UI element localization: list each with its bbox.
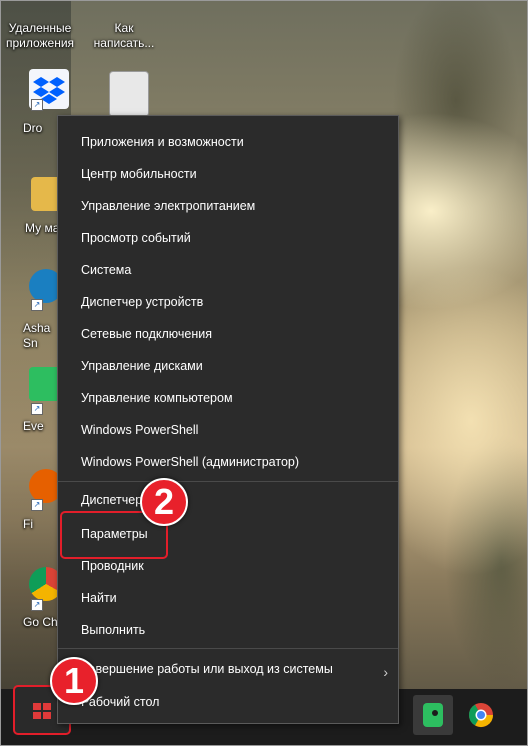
menu-item-explorer[interactable]: Проводник	[81, 559, 144, 573]
chrome-taskbar-icon[interactable]	[461, 695, 501, 735]
desktop-icon-how-to-write[interactable]: Как написать...	[89, 21, 159, 51]
menu-item-mobility-center[interactable]: Центр мобильности	[81, 167, 197, 181]
shortcut-arrow-icon: ↗	[31, 299, 43, 311]
menu-item-disk-management[interactable]: Управление дисками	[81, 359, 203, 373]
menu-item-search[interactable]: Найти	[81, 591, 117, 605]
menu-item-apps-features[interactable]: Приложения и возможности	[81, 135, 244, 149]
shortcut-arrow-icon: ↗	[31, 499, 43, 511]
menu-item-desktop[interactable]: Рабочий стол	[81, 695, 159, 709]
shortcut-arrow-icon: ↗	[31, 599, 43, 611]
menu-item-run[interactable]: Выполнить	[81, 623, 145, 637]
menu-separator	[58, 481, 398, 482]
menu-item-shutdown-signout[interactable]: Завершение работы или выход из системы	[81, 662, 333, 676]
step-badge-1: 1	[50, 657, 98, 705]
menu-item-power-options[interactable]: Управление электропитанием	[81, 199, 255, 213]
document-icon[interactable]	[109, 71, 149, 117]
evernote-taskbar-icon[interactable]	[413, 695, 453, 735]
step-badge-2: 2	[140, 478, 188, 526]
menu-item-event-viewer[interactable]: Просмотр событий	[81, 231, 191, 245]
shortcut-arrow-icon: ↗	[31, 99, 43, 111]
desktop-icon-remote-apps[interactable]: Удаленные приложения	[5, 21, 75, 51]
menu-item-powershell[interactable]: Windows PowerShell	[81, 423, 198, 437]
menu-item-powershell-admin[interactable]: Windows PowerShell (администратор)	[81, 455, 299, 469]
menu-item-device-manager[interactable]: Диспетчер устройств	[81, 295, 203, 309]
chevron-right-icon: ›	[383, 664, 388, 680]
winx-context-menu: Приложения и возможности Центр мобильнос…	[57, 115, 399, 724]
menu-separator	[58, 648, 398, 649]
desktop-screen: Удаленные приложения Как написать... ↗ D…	[0, 0, 528, 746]
menu-item-network-connections[interactable]: Сетевые подключения	[81, 327, 212, 341]
desktop-icon-label: Удаленные приложения	[5, 21, 75, 50]
menu-item-computer-management[interactable]: Управление компьютером	[81, 391, 233, 405]
desktop-icon-label: Как написать...	[93, 21, 155, 50]
menu-item-system[interactable]: Система	[81, 263, 131, 277]
shortcut-arrow-icon: ↗	[31, 403, 43, 415]
menu-item-task-manager[interactable]: Диспетчер	[81, 493, 142, 507]
